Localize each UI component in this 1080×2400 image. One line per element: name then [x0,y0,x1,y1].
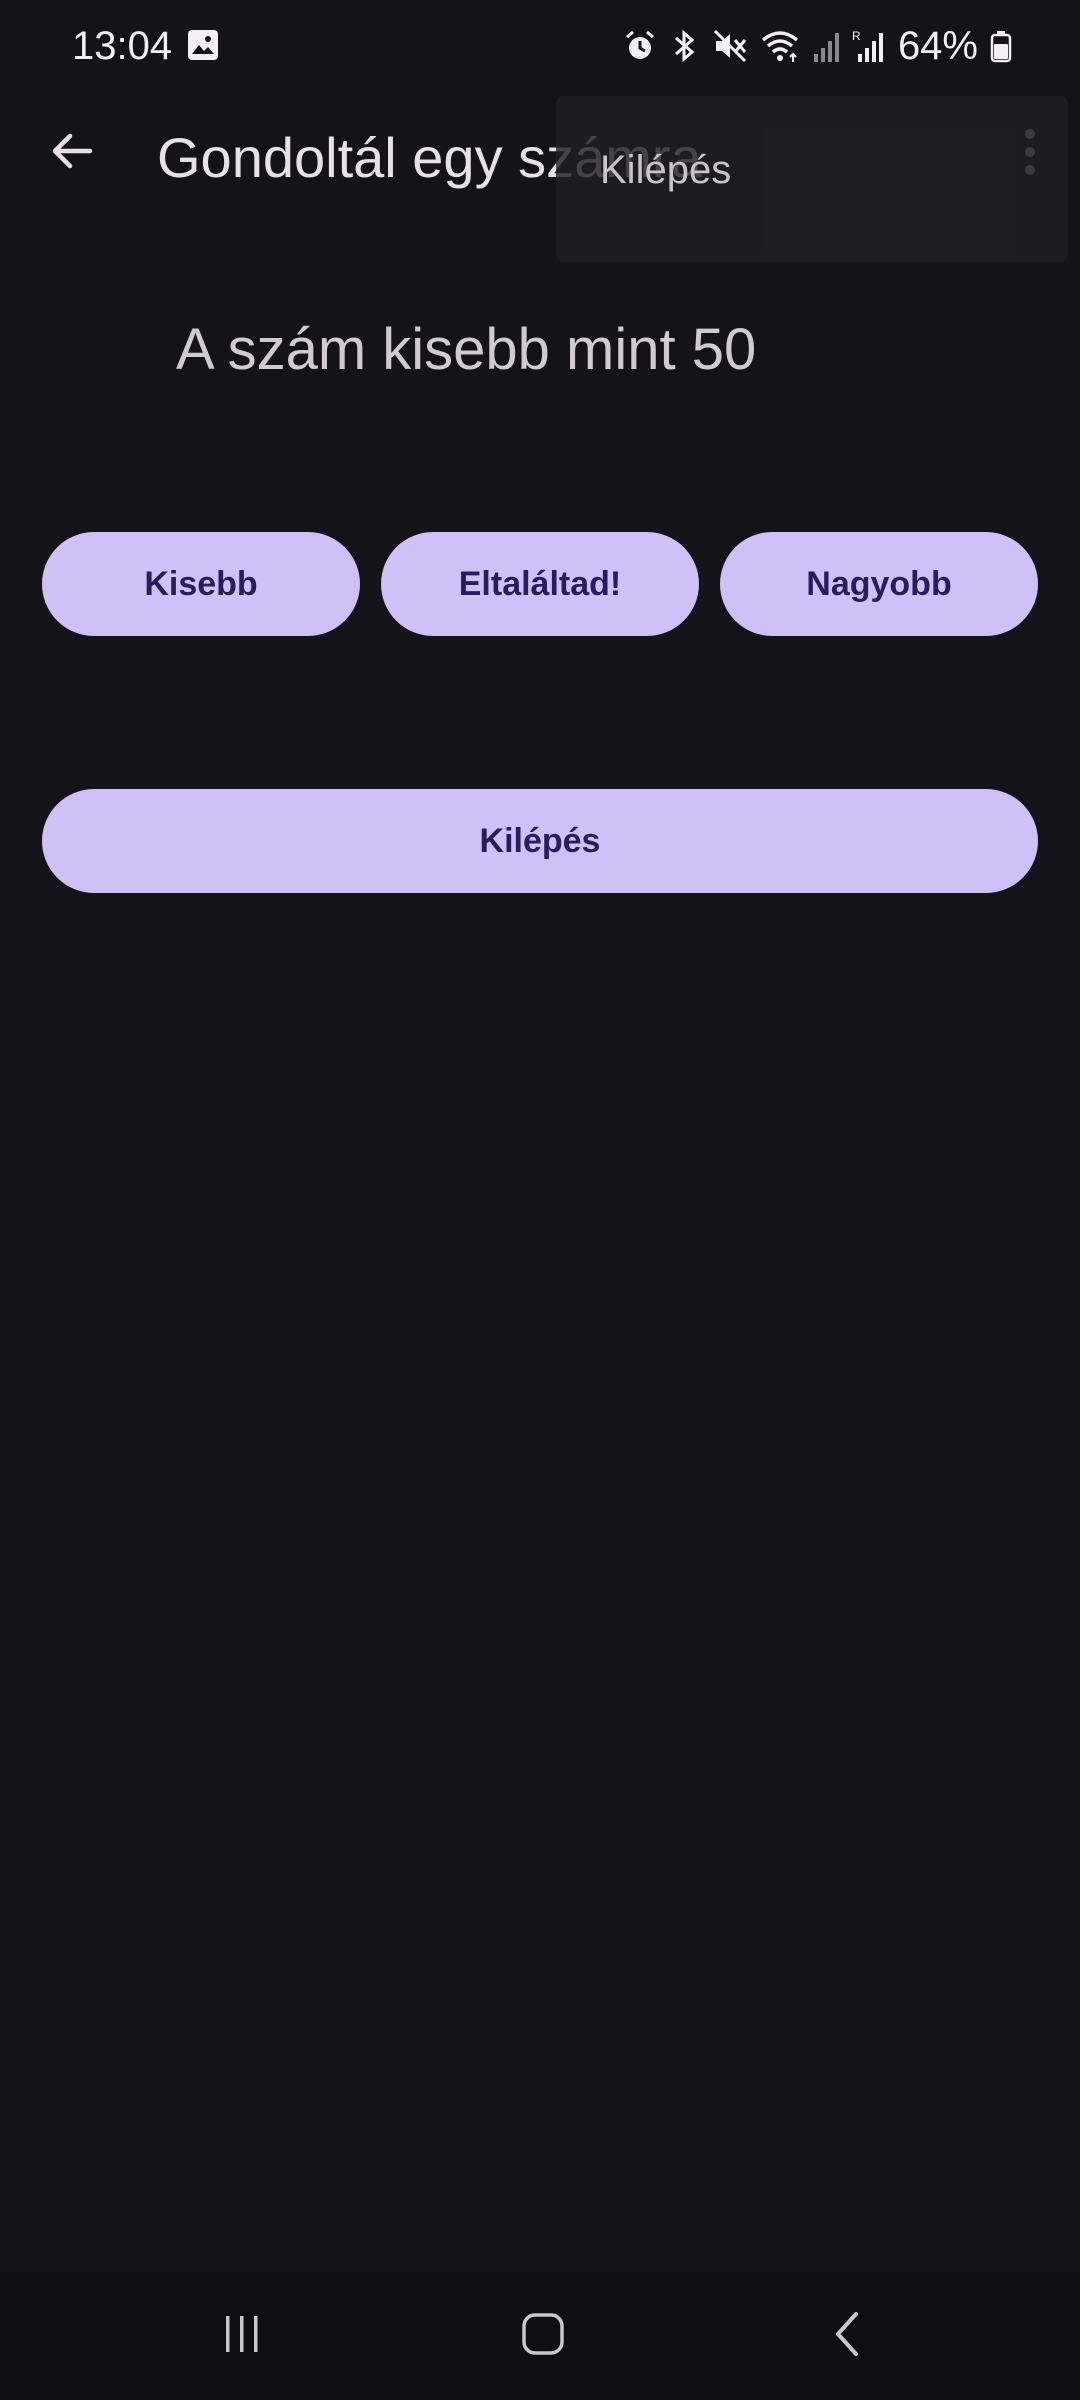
home-button[interactable] [503,2302,583,2370]
signal-icon [812,28,840,64]
gallery-icon [186,28,220,62]
battery-percent: 64% [897,24,978,68]
system-nav-bar [0,2272,1080,2400]
home-icon [520,2311,566,2362]
battery-icon [990,28,1012,64]
signal-roaming-icon: R [852,28,884,64]
svg-text:R: R [852,29,861,43]
nav-back-button[interactable] [808,2302,888,2370]
guess-message: A szám kisebb mint 50 [176,317,757,382]
exit-button[interactable]: Kilépés [42,789,1038,893]
back-button[interactable] [36,117,108,189]
recents-icon [220,2312,264,2361]
overflow-menu: Kilépés [556,96,1068,262]
menu-item-exit[interactable]: Kilépés [600,146,731,194]
status-bar: 13:04 R 64% [0,0,1080,92]
recents-button[interactable] [202,2302,282,2370]
smaller-button[interactable]: Kisebb [42,532,360,636]
status-icons: R 64% [622,18,1012,74]
correct-button[interactable]: Eltaláltad! [381,532,699,636]
bigger-button[interactable]: Nagyobb [720,532,1038,636]
arrow-back-icon [48,127,96,180]
wifi-icon [760,28,800,64]
alarm-icon [622,28,658,64]
bluetooth-icon [670,28,700,64]
back-icon [828,2310,868,2363]
mute-icon [712,28,748,64]
status-time: 13:04 [72,24,173,68]
